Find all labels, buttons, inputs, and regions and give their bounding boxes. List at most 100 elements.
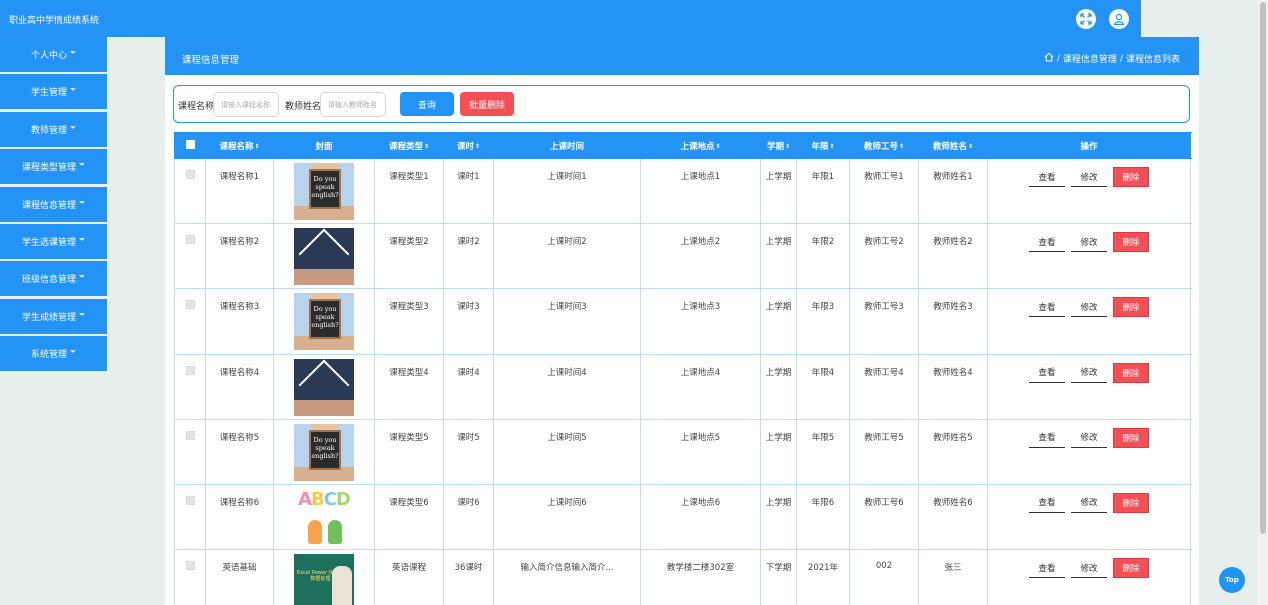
row-checkbox[interactable] — [185, 170, 195, 179]
back-to-top-button[interactable]: Top — [1219, 567, 1245, 593]
column-header: 操作 — [987, 132, 1191, 159]
sort-icon[interactable]: ⇕ — [254, 143, 259, 150]
teacher-name-cell: 教师姓名4 — [918, 353, 988, 420]
course-name-cell: 课程名称3 — [205, 288, 274, 355]
sidebar-item-label: 课程信息管理 — [21, 200, 76, 211]
row-select-cell — [174, 418, 206, 485]
sort-icon[interactable]: ⇕ — [899, 143, 904, 150]
column-header[interactable]: 课时⇕ — [443, 132, 494, 159]
sidebar-item[interactable]: 学生选课管理 — [0, 223, 107, 259]
location-cell: 上课地点6 — [640, 483, 761, 551]
row-checkbox[interactable] — [185, 561, 195, 571]
caret-down-icon — [70, 51, 76, 54]
year-cell: 年限4 — [796, 353, 850, 420]
delete-button[interactable]: 删除 — [1113, 362, 1149, 383]
edit-button[interactable]: 修改 — [1071, 362, 1107, 383]
hours-cell: 课时4 — [443, 353, 494, 420]
sidebar-item-label: 班级信息管理 — [21, 275, 76, 286]
sort-icon[interactable]: ⇕ — [785, 143, 790, 150]
year-cell: 年限6 — [796, 483, 850, 551]
sort-icon[interactable]: ⇕ — [968, 143, 973, 150]
view-button[interactable]: 查看 — [1029, 427, 1065, 448]
year-cell: 2021年 — [796, 549, 850, 605]
class-time-cell: 上课时间6 — [493, 483, 641, 551]
view-button[interactable]: 查看 — [1029, 167, 1065, 187]
term-cell: 上学期 — [760, 353, 797, 420]
sidebar-item[interactable]: 班级信息管理 — [0, 261, 107, 297]
table-row: 课程名称5 Do you speak english? 课程类型5 课时5 上课时间5 上课地… — [174, 418, 1191, 485]
teacher-name-input[interactable] — [320, 92, 386, 117]
view-button[interactable]: 查看 — [1029, 297, 1065, 318]
delete-button[interactable]: 删除 — [1113, 492, 1149, 513]
edit-button[interactable]: 修改 — [1071, 297, 1107, 318]
user-icon[interactable] — [1109, 9, 1129, 29]
home-icon[interactable] — [1044, 52, 1054, 65]
row-checkbox[interactable] — [185, 235, 195, 245]
column-header[interactable]: 课程类型⇕ — [374, 132, 444, 159]
course-cover-image: Do you speak english? — [294, 293, 354, 351]
sort-icon[interactable]: ⇕ — [424, 143, 429, 150]
delete-button[interactable]: 删除 — [1113, 297, 1149, 318]
row-actions: 查看 修改 删除 — [988, 362, 1190, 383]
edit-button[interactable]: 修改 — [1071, 492, 1107, 513]
column-header-label: 课程名称 — [219, 141, 254, 152]
actions-cell: 查看 修改 删除 — [987, 549, 1191, 605]
actions-cell: 查看 修改 删除 — [987, 288, 1191, 355]
batch-delete-button[interactable]: 批量删除 — [460, 92, 514, 116]
row-checkbox[interactable] — [185, 495, 195, 505]
column-header[interactable]: 教师工号⇕ — [849, 132, 919, 159]
column-header[interactable]: 课程名称⇕ — [205, 132, 274, 159]
sidebar-item[interactable]: 课程信息管理 — [0, 186, 107, 222]
scrollbar[interactable] — [1258, 0, 1268, 605]
fullscreen-icon[interactable] — [1076, 9, 1096, 29]
teacher-id-cell: 教师工号3 — [849, 288, 919, 355]
column-header[interactable]: 上课地点⇕ — [640, 132, 761, 159]
location-cell: 上课地点5 — [640, 418, 761, 485]
row-actions: 查看 修改 删除 — [988, 167, 1190, 187]
column-header-label: 教师姓名 — [932, 141, 967, 152]
scrollbar-thumb[interactable] — [1260, 2, 1266, 534]
cover-letter: C — [323, 488, 337, 510]
view-button[interactable]: 查看 — [1029, 492, 1065, 513]
sidebar-item[interactable]: 系统管理 — [0, 336, 107, 372]
location-cell: 上课地点4 — [640, 353, 761, 420]
sidebar-item[interactable]: 学生成绩管理 — [0, 298, 107, 334]
row-checkbox[interactable] — [185, 300, 195, 310]
edit-button[interactable]: 修改 — [1071, 232, 1107, 253]
column-header[interactable]: 学期⇕ — [760, 132, 797, 159]
select-all-checkbox[interactable] — [185, 139, 195, 149]
class-time-cell: 输入简介信息输入简介... — [493, 549, 641, 605]
view-button[interactable]: 查看 — [1029, 362, 1065, 383]
column-header[interactable]: 教师姓名⇕ — [918, 132, 988, 159]
column-header[interactable]: 年限⇕ — [796, 132, 850, 159]
table-row: 课程名称2 课程类型2 课时2 上课时间2 上课地点2 上学期 年限2 教师工号2 教师姓名2 查… — [174, 223, 1191, 290]
edit-button[interactable]: 修改 — [1071, 558, 1107, 579]
delete-button[interactable]: 删除 — [1113, 232, 1149, 253]
column-header-label: 操作 — [1080, 141, 1098, 152]
row-checkbox[interactable] — [185, 365, 195, 375]
breadcrumb-item[interactable]: 课程信息管理 — [1063, 52, 1117, 65]
sidebar-item[interactable]: 课程类型管理 — [0, 149, 107, 185]
edit-button[interactable]: 修改 — [1071, 167, 1107, 187]
sidebar-item[interactable]: 学生管理 — [0, 74, 107, 110]
caret-down-icon — [79, 312, 85, 316]
delete-button[interactable]: 删除 — [1113, 558, 1149, 579]
course-name-input[interactable] — [213, 92, 279, 117]
cover-text: Do you — [313, 175, 337, 183]
actions-cell: 查看 修改 删除 — [987, 483, 1191, 551]
sidebar-item[interactable]: 教师管理 — [0, 111, 107, 147]
caret-down-icon — [70, 350, 76, 354]
app-title: 职业高中学情成绩系统 — [9, 16, 100, 26]
hours-cell: 课时6 — [443, 483, 494, 551]
sidebar-item[interactable]: 个人中心 — [0, 37, 107, 72]
row-checkbox[interactable] — [185, 430, 195, 440]
edit-button[interactable]: 修改 — [1071, 427, 1107, 448]
sort-icon[interactable]: ⇕ — [475, 143, 480, 150]
delete-button[interactable]: 删除 — [1113, 427, 1149, 448]
view-button[interactable]: 查看 — [1029, 232, 1065, 253]
query-button[interactable]: 查询 — [400, 92, 454, 116]
sort-icon[interactable]: ⇕ — [829, 143, 834, 150]
view-button[interactable]: 查看 — [1029, 558, 1065, 579]
sort-icon[interactable]: ⇕ — [715, 143, 720, 150]
delete-button[interactable]: 删除 — [1113, 167, 1149, 187]
